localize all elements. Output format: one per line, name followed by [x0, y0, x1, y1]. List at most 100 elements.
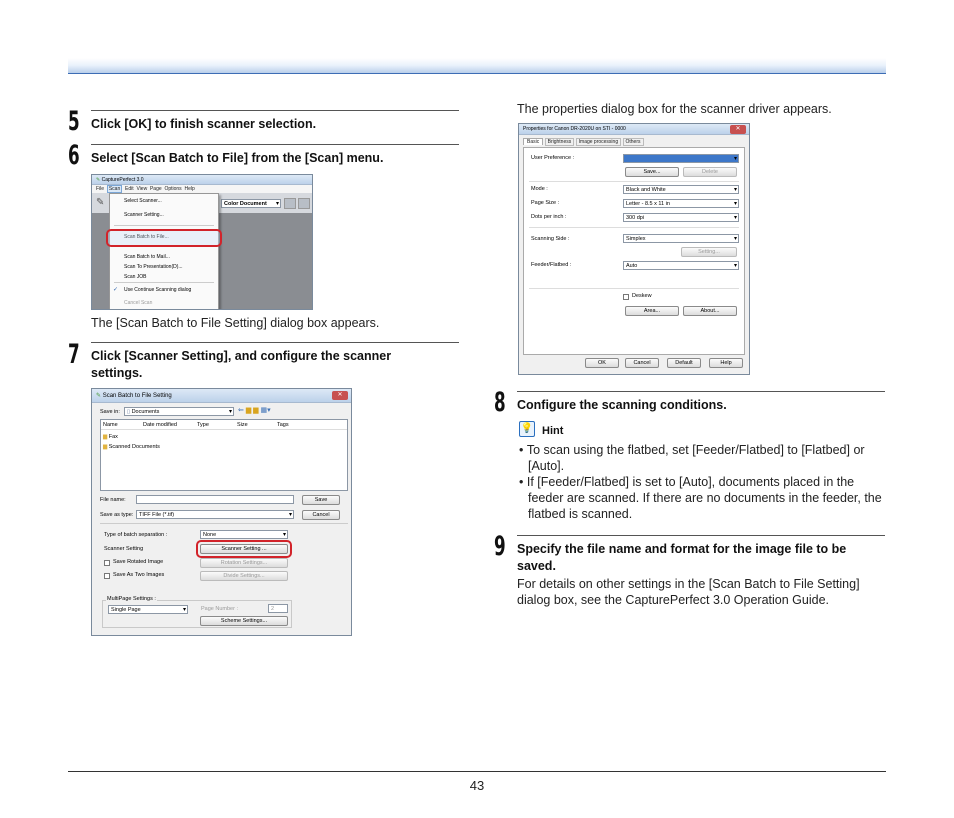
right-intro-text: The properties dialog box for the scanne… — [517, 102, 832, 116]
save-rotated-checkbox[interactable] — [104, 560, 110, 566]
sb-app-icon: ✎ — [96, 393, 102, 399]
pd-titlebar: Properties for Canon DR-2020U on STI - 0… — [519, 124, 749, 135]
step-9-rule — [517, 535, 885, 536]
footer-rule — [68, 771, 886, 772]
sb-save-in-value: Documents — [131, 409, 160, 415]
folder-icon: ▆ — [103, 434, 108, 440]
pd-default-button[interactable]: Default — [667, 358, 701, 368]
step-6-number: 6 — [68, 140, 80, 171]
pd-title: Properties for Canon DR-2020U on STI - 0… — [523, 126, 626, 132]
col-tags[interactable]: Tags — [277, 422, 289, 429]
pd-feeder-label: Feeder/Flatbed : — [531, 262, 572, 268]
sb-multipage-select[interactable]: Single Page — [108, 605, 188, 614]
sb-save-in-label: Save in: — [100, 409, 120, 415]
cp-app-icon: ✎ — [96, 177, 101, 183]
menu-item-scanner-setting[interactable]: Scanner Setting... — [124, 212, 164, 219]
sb-save-in-select[interactable]: ▯ Documents — [124, 407, 234, 416]
step-9-body: For details on other settings in the [Sc… — [517, 577, 860, 607]
sb-titlebar: ✎ Scan Batch to File Setting ✕ — [92, 389, 351, 403]
step-6-text: Select [Scan Batch to File] from the [Sc… — [91, 151, 384, 165]
menu-help[interactable]: Help — [184, 186, 194, 192]
sb-list-header: Name Date modified Type Size Tags — [101, 420, 347, 430]
tab-brightness[interactable]: Brightness — [544, 138, 575, 146]
menu-options[interactable]: Options — [164, 186, 181, 192]
tab-basic[interactable]: Basic — [523, 138, 544, 145]
step-9-text: Specify the file name and format for the… — [517, 542, 847, 573]
sb-nav-icons[interactable]: ⇐ ▆ ▆ ▦▾ — [238, 407, 271, 414]
tab-image-processing[interactable]: Image processing — [575, 138, 622, 146]
sb-save-button[interactable]: Save — [302, 495, 340, 505]
step-5-rule — [91, 110, 459, 111]
deskew-checkbox[interactable] — [623, 294, 629, 300]
menu-item-continue-scanning[interactable]: Use Continue Scanning dialog — [124, 287, 191, 294]
cp-title: CapturePerfect 3.0 — [101, 177, 144, 183]
pd-tabs: Basic Brightness Image processing Others — [523, 138, 644, 146]
pd-delete-button: Delete — [683, 167, 737, 177]
step-5-number: 5 — [68, 106, 80, 137]
deskew-label: Deskew — [632, 293, 652, 299]
step-9-number: 9 — [494, 531, 506, 562]
cp-menubar: File Scan Edit View Page Options Help — [92, 185, 312, 193]
sb-batch-sep-label: Type of batch separation : — [104, 532, 168, 538]
menu-scan[interactable]: Scan — [106, 185, 123, 193]
col-name[interactable]: Name — [103, 422, 118, 429]
pd-ok-button[interactable]: OK — [585, 358, 619, 368]
folder-icon: ▆ — [103, 444, 108, 450]
sb-multipage-label: MultiPage Settings : — [106, 596, 157, 603]
pd-divider — [529, 227, 739, 228]
pd-dpi-label: Dots per inch : — [531, 214, 567, 220]
pd-help-button[interactable]: Help — [709, 358, 743, 368]
pd-page-size-label: Page Size : — [531, 200, 560, 206]
menu-item-select-scanner[interactable]: Select Scanner... — [124, 198, 162, 205]
sb-batch-sep-select[interactable]: None — [200, 530, 288, 539]
sb-save-as-select[interactable]: TIFF File (*.tif) — [136, 510, 294, 519]
cp-toolbar-pen-icon[interactable]: ✎ — [96, 197, 107, 208]
menu-file[interactable]: File — [96, 186, 104, 192]
sb-divider — [100, 523, 348, 524]
pd-cancel-button[interactable]: Cancel — [625, 358, 659, 368]
pd-page-size-select[interactable]: Letter - 8.5 x 11 in — [623, 199, 739, 208]
menu-item-scan-job[interactable]: Scan JOB — [124, 274, 147, 281]
menu-view[interactable]: View — [136, 186, 147, 192]
pd-user-pref-label: User Preference : — [531, 155, 575, 161]
cp-mode-select[interactable]: Color Document — [221, 199, 281, 208]
hint-label: Hint — [542, 425, 564, 437]
checkmark-icon: ✓ — [113, 287, 119, 293]
pd-save-button[interactable]: Save... — [625, 167, 679, 177]
sb-file-list[interactable]: Name Date modified Type Size Tags ▆ Fax … — [100, 419, 348, 491]
menu-item-scan-to-presentation[interactable]: Scan To Presentation(D)... — [124, 264, 183, 271]
cp-toolbar-btn[interactable] — [284, 198, 296, 209]
pd-mode-label: Mode : — [531, 186, 548, 192]
list-item[interactable]: ▆ Fax — [103, 434, 118, 441]
cp-toolbar-btn[interactable] — [298, 198, 310, 209]
col-date[interactable]: Date modified — [143, 422, 177, 429]
tab-others[interactable]: Others — [622, 138, 644, 146]
header-band — [68, 58, 886, 74]
menu-separator — [114, 225, 214, 226]
pd-divider — [529, 288, 739, 289]
close-icon[interactable]: ✕ — [730, 125, 746, 134]
col-type[interactable]: Type — [197, 422, 209, 429]
menu-edit[interactable]: Edit — [125, 186, 134, 192]
step-6-result: The [Scan Batch to File Setting] dialog … — [91, 316, 380, 330]
pd-dpi-select[interactable]: 300 dpi — [623, 213, 739, 222]
save-two-images-checkbox[interactable] — [104, 573, 110, 579]
hint-bullet-1: • To scan using the flatbed, set [Feeder… — [519, 443, 865, 473]
pd-user-pref-select[interactable] — [623, 154, 739, 163]
list-item[interactable]: ▆ Scanned Documents — [103, 444, 160, 451]
menu-item-scan-batch-to-mail[interactable]: Scan Batch to Mail... — [124, 254, 170, 261]
scheme-settings-button[interactable]: Scheme Settings... — [200, 616, 288, 626]
sb-file-name-input[interactable] — [136, 495, 294, 504]
col-size[interactable]: Size — [237, 422, 248, 429]
pd-feeder-select[interactable]: Auto — [623, 261, 739, 270]
menu-page[interactable]: Page — [150, 186, 162, 192]
sb-cancel-button[interactable]: Cancel — [302, 510, 340, 520]
pd-mode-select[interactable]: Black and White — [623, 185, 739, 194]
pd-divider — [529, 181, 739, 182]
pd-about-button[interactable]: About... — [683, 306, 737, 316]
pd-side-select[interactable]: Simplex — [623, 234, 739, 243]
scan-batch-dialog-screenshot: ✎ Scan Batch to File Setting ✕ Save in: … — [91, 388, 352, 636]
pd-setting-button: Setting... — [681, 247, 737, 257]
close-icon[interactable]: ✕ — [332, 391, 348, 400]
pd-area-button[interactable]: Area... — [625, 306, 679, 316]
